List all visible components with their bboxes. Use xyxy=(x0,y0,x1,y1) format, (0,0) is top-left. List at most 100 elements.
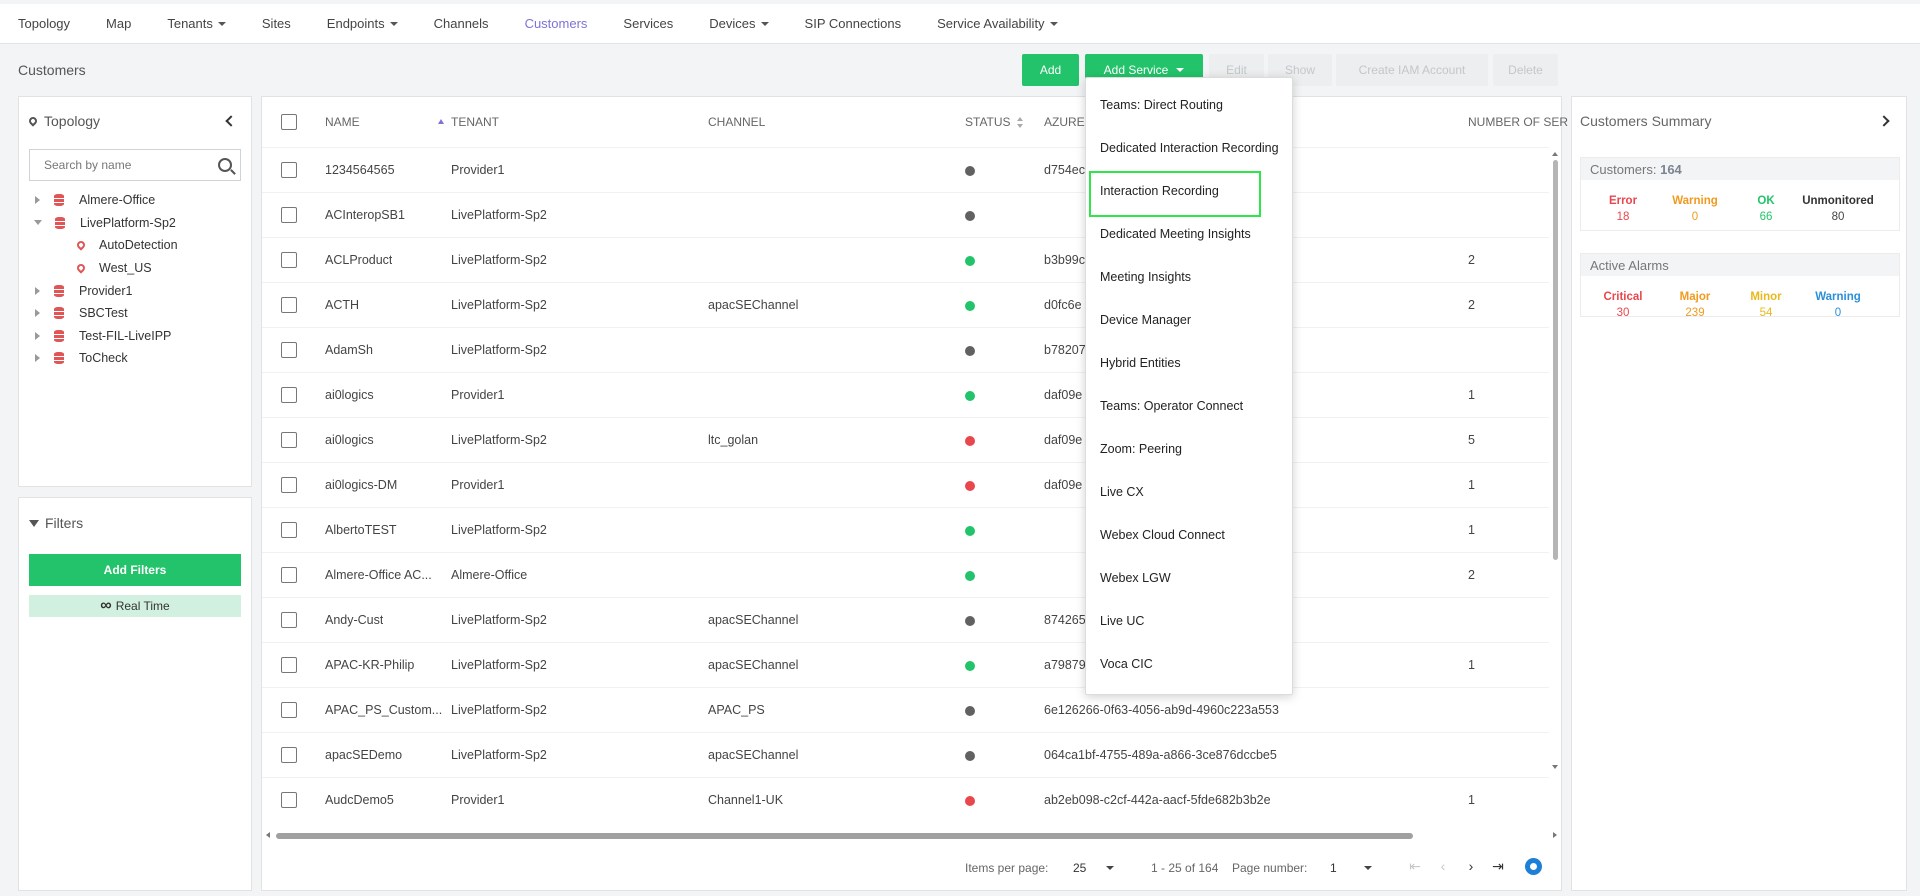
table-row[interactable]: Andy-Cust LivePlatform-Sp2 apacSEChannel 87… xyxy=(262,597,1549,642)
table-row[interactable]: AdamSh LivePlatform-Sp2 b78207 xyxy=(262,327,1549,372)
table-row[interactable]: ai0logics-DM Provider1 daf09e 1 xyxy=(262,462,1549,507)
row-checkbox[interactable] xyxy=(281,162,297,178)
tree-node-tenant[interactable]: Almere-Office xyxy=(19,189,251,212)
row-checkbox[interactable] xyxy=(281,567,297,583)
nav-item-endpoints[interactable]: Endpoints xyxy=(309,4,416,44)
table-row[interactable]: 1234564565 Provider1 d754ec xyxy=(262,147,1549,192)
first-page-icon[interactable]: ⇤ xyxy=(1407,858,1423,874)
search-input[interactable] xyxy=(44,158,218,172)
table-row[interactable]: AlbertoTEST LivePlatform-Sp2 1 xyxy=(262,507,1549,552)
items-per-page-select[interactable]: 25 xyxy=(1073,861,1086,875)
tree-node-tenant[interactable]: SBCTest xyxy=(19,302,251,325)
expand-icon[interactable] xyxy=(35,354,40,363)
menu-item-teams-operator-connect[interactable]: Teams: Operator Connect xyxy=(1100,399,1243,413)
nav-item-customers[interactable]: Customers xyxy=(507,4,606,44)
expand-icon[interactable] xyxy=(35,331,40,340)
table-row[interactable]: apacSEDemo LivePlatform-Sp2 apacSEChannel 0… xyxy=(262,732,1549,777)
chevron-down-icon[interactable] xyxy=(1106,866,1114,870)
create-iam-account-button[interactable]: Create IAM Account xyxy=(1336,54,1488,86)
row-checkbox[interactable] xyxy=(281,297,297,313)
chevron-left-icon[interactable] xyxy=(225,115,237,127)
row-checkbox[interactable] xyxy=(281,657,297,673)
nav-item-sites[interactable]: Sites xyxy=(244,4,309,44)
menu-item-live-uc[interactable]: Live UC xyxy=(1100,614,1144,628)
menu-item-webex-lgw[interactable]: Webex LGW xyxy=(1100,571,1171,585)
select-all-checkbox[interactable] xyxy=(281,114,297,130)
previous-page-icon[interactable]: ‹ xyxy=(1435,858,1451,874)
tree-node-region[interactable]: AutoDetection xyxy=(19,234,251,257)
menu-item-meeting-insights[interactable]: Meeting Insights xyxy=(1100,270,1191,284)
column-header-channel[interactable]: CHANNEL xyxy=(708,115,765,129)
table-row[interactable]: Almere-Office AC... Almere-Office 2 xyxy=(262,552,1549,597)
column-header-number-of-services[interactable]: NUMBER OF SER xyxy=(1468,115,1568,129)
menu-item-dedicated-meeting-insights[interactable]: Dedicated Meeting Insights xyxy=(1100,227,1251,241)
tree-node-tenant[interactable]: Provider1 xyxy=(19,279,251,302)
nav-item-devices[interactable]: Devices xyxy=(691,4,786,44)
expand-icon[interactable] xyxy=(35,196,40,205)
expand-open-icon[interactable] xyxy=(34,220,42,226)
real-time-button[interactable]: ∞ Real Time xyxy=(29,595,241,617)
menu-item-interaction-recording[interactable]: Interaction Recording xyxy=(1100,184,1219,198)
last-page-icon[interactable]: ⇥ xyxy=(1490,858,1506,874)
table-row[interactable]: AudcDemo5 Provider1 Channel1-UK ab2eb098-c2… xyxy=(262,777,1549,822)
column-header-azure[interactable]: AZURE xyxy=(1044,115,1085,129)
search-icon[interactable] xyxy=(218,158,232,172)
menu-item-teams-direct-routing[interactable]: Teams: Direct Routing xyxy=(1100,98,1223,112)
row-checkbox[interactable] xyxy=(281,792,297,808)
scroll-up-icon[interactable] xyxy=(1552,152,1558,156)
row-checkbox[interactable] xyxy=(281,207,297,223)
scroll-left-icon[interactable] xyxy=(266,832,270,838)
table-row[interactable]: APAC_PS_Custom... LivePlatform-Sp2 APAC_PS… xyxy=(262,687,1549,732)
scrollbar-thumb[interactable] xyxy=(276,833,1413,839)
sort-ascending-icon[interactable] xyxy=(437,119,444,124)
menu-item-live-cx[interactable]: Live CX xyxy=(1100,485,1144,499)
chevron-right-icon[interactable] xyxy=(1878,115,1890,127)
next-page-icon[interactable]: › xyxy=(1463,858,1479,874)
menu-item-zoom-peering[interactable]: Zoom: Peering xyxy=(1100,442,1182,456)
table-row[interactable]: ACTH LivePlatform-Sp2 apacSEChannel d0fc6e 2 xyxy=(262,282,1549,327)
page-number-select[interactable]: 1 xyxy=(1330,861,1337,875)
nav-item-sip-connections[interactable]: SIP Connections xyxy=(787,4,920,44)
tree-node-tenant[interactable]: ToCheck xyxy=(19,347,251,370)
column-header-status[interactable]: STATUS xyxy=(965,115,1023,129)
menu-item-voca-cic[interactable]: Voca CIC xyxy=(1100,657,1153,671)
column-header-name[interactable]: NAME xyxy=(325,115,444,129)
table-row[interactable]: ai0logics LivePlatform-Sp2 ltc_golan daf09e… xyxy=(262,417,1549,462)
table-row[interactable]: ai0logics Provider1 daf09e 1 xyxy=(262,372,1549,417)
nav-item-service-availability[interactable]: Service Availability xyxy=(919,4,1075,44)
table-row[interactable]: ACInteropSB1 LivePlatform-Sp2 xyxy=(262,192,1549,237)
nav-item-tenants[interactable]: Tenants xyxy=(149,4,244,44)
table-row[interactable]: APAC-KR-Philip LivePlatform-Sp2 apacSEChan… xyxy=(262,642,1549,687)
nav-item-map[interactable]: Map xyxy=(88,4,149,44)
menu-item-device-manager[interactable]: Device Manager xyxy=(1100,313,1191,327)
tree-node-tenant[interactable]: Test-FIL-LiveIPP xyxy=(19,325,251,348)
tree-node-region[interactable]: West_US xyxy=(19,257,251,280)
expand-icon[interactable] xyxy=(35,309,40,318)
nav-item-services[interactable]: Services xyxy=(605,4,691,44)
add-filters-button[interactable]: Add Filters xyxy=(29,554,241,586)
row-checkbox[interactable] xyxy=(281,702,297,718)
delete-button[interactable]: Delete xyxy=(1493,54,1558,86)
row-checkbox[interactable] xyxy=(281,477,297,493)
row-checkbox[interactable] xyxy=(281,252,297,268)
vertical-scrollbar[interactable] xyxy=(1552,152,1559,769)
nav-item-topology[interactable]: Topology xyxy=(0,4,88,44)
row-checkbox[interactable] xyxy=(281,612,297,628)
scroll-down-icon[interactable] xyxy=(1552,765,1558,769)
nav-item-channels[interactable]: Channels xyxy=(416,4,507,44)
scroll-right-icon[interactable] xyxy=(1553,832,1557,838)
table-row[interactable]: ACLProduct LivePlatform-Sp2 b3b99c 2 xyxy=(262,237,1549,282)
gear-icon[interactable] xyxy=(1525,858,1542,875)
add-button[interactable]: Add xyxy=(1022,54,1079,86)
row-checkbox[interactable] xyxy=(281,432,297,448)
row-checkbox[interactable] xyxy=(281,387,297,403)
menu-item-hybrid-entities[interactable]: Hybrid Entities xyxy=(1100,356,1181,370)
menu-item-webex-cloud-connect[interactable]: Webex Cloud Connect xyxy=(1100,528,1225,542)
chevron-down-icon[interactable] xyxy=(1364,866,1372,870)
column-header-tenant[interactable]: TENANT xyxy=(451,115,499,129)
scrollbar-thumb[interactable] xyxy=(1553,160,1558,560)
row-checkbox[interactable] xyxy=(281,747,297,763)
expand-icon[interactable] xyxy=(35,286,40,295)
row-checkbox[interactable] xyxy=(281,342,297,358)
menu-item-dedicated-interaction-recording[interactable]: Dedicated Interaction Recording xyxy=(1100,141,1279,155)
